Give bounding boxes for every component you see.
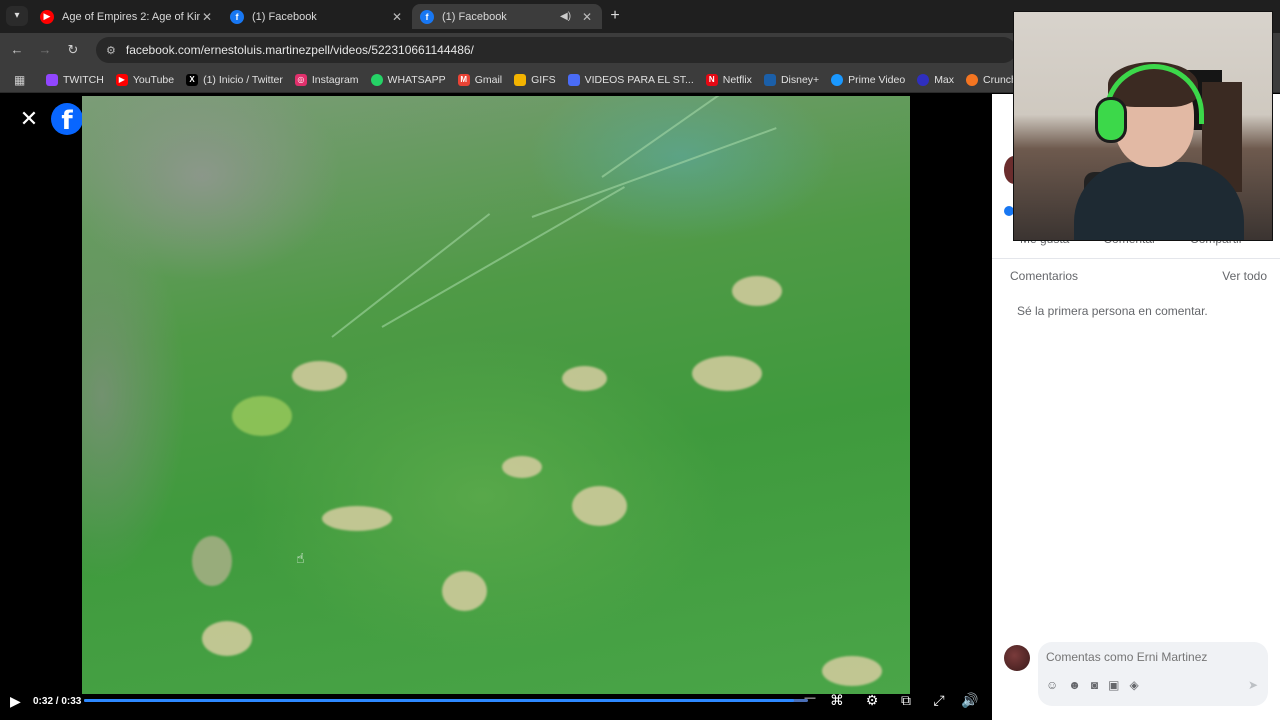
bookmark-youtube[interactable]: ▶ YouTube [115,73,174,86]
leaf [202,621,252,656]
bookmark-max[interactable]: Max [917,73,954,86]
video-frame[interactable] [82,96,910,694]
bookmark-videos[interactable]: VIDEOS PARA EL ST... [567,73,694,86]
youtube-icon: ▶ [40,9,54,24]
bookmark-disney[interactable]: Disney+ [763,73,819,86]
address-bar[interactable]: ⚙ facebook.com/ernestoluis.martinezpell/… [96,37,1016,63]
comment-composer: ☺ ☻ ◙ ▣ ◈ ➤ [1038,642,1268,706]
empty-comments-message: Sé la primera persona en comentar. [1017,304,1208,318]
leaf [442,571,487,611]
site-info-icon[interactable]: ⚙ [106,44,116,57]
see-all-link[interactable]: Ver todo [1222,269,1267,283]
video-controls: ▶ 0:32 / 0:33 — ⌘ ⚙ ⧉ ⤢ 🔊 [0,688,992,720]
folder-icon [567,73,580,86]
close-tab-icon[interactable]: ✕ [580,10,594,24]
twitch-icon [46,73,58,86]
new-tab-button[interactable]: + [606,6,624,26]
send-icon[interactable]: ➤ [1248,678,1258,692]
progress-handle-icon[interactable]: — [801,692,819,704]
gifs-icon [514,73,527,86]
apps-grid-icon[interactable]: ▦ [14,73,28,87]
youtube-icon: ▶ [115,73,128,86]
bookmark-whatsapp[interactable]: WHATSAPP [370,73,446,86]
close-tab-icon[interactable]: ✕ [200,10,214,24]
tab-search-button[interactable]: ▾ [6,6,28,26]
facebook-logo-icon[interactable]: f [51,103,83,136]
bookmark-gifs[interactable]: GIFS [514,73,556,86]
max-icon [917,73,930,86]
grass-blade [601,96,800,178]
gif-icon[interactable]: ▣ [1108,678,1119,692]
gmail-icon: M [457,73,470,86]
crunchyroll-icon [966,73,979,86]
speaker-icon[interactable]: ◀) [560,11,574,22]
tab-facebook-1[interactable]: f (1) Facebook ✕ [222,4,412,29]
captions-icon[interactable]: ⌘ [828,692,846,709]
picture-in-picture-icon[interactable]: ⧉ [897,692,915,709]
bookmark-instagram[interactable]: ◎ Instagram [294,73,359,86]
webcam-overlay [1013,11,1273,241]
user-avatar[interactable] [1004,645,1030,671]
leaf [562,366,607,391]
bookmark-gmail[interactable]: M Gmail [457,73,502,86]
leaf [692,356,762,391]
leaf [232,396,292,436]
progress-bar[interactable] [84,699,808,702]
whatsapp-icon [370,73,383,86]
streamer [1074,52,1244,240]
forward-icon[interactable]: → [36,41,54,59]
back-icon[interactable]: ← [8,41,26,59]
bookmark-netflix[interactable]: N Netflix [705,73,752,86]
url-text: facebook.com/ernestoluis.martinezpell/vi… [125,43,474,57]
comments-header: Comentarios [1010,269,1079,283]
divider [992,258,1280,259]
leaf [822,656,882,686]
camera-icon[interactable]: ◙ [1091,678,1098,692]
sticker-icon[interactable]: ◈ [1130,678,1139,692]
grass-blade [381,186,625,328]
comment-input[interactable] [1046,650,1256,664]
reload-icon[interactable]: ↻ [64,41,82,59]
bookmark-twitch[interactable]: TWITCH [46,73,104,86]
disney-icon [763,73,776,86]
prime-video-icon [831,73,844,86]
green-headset-icon [1098,100,1124,140]
settings-gear-icon[interactable]: ⚙ [863,692,881,709]
fullscreen-icon[interactable]: ⤢ [930,692,948,709]
instagram-icon: ◎ [294,73,307,86]
leaf [732,276,782,306]
leaf [572,486,627,526]
streamer-shirt [1074,162,1244,240]
close-icon[interactable]: ✕ [18,108,40,130]
volume-icon[interactable]: 🔊 [961,692,979,709]
play-icon[interactable]: ▶ [10,693,21,710]
leaf [322,506,392,531]
tab-title: (1) Facebook [442,10,507,23]
tab-age-of-empires[interactable]: ▶ Age of Empires 2: Age of Kings ✕ [32,4,222,29]
video-time: 0:32 / 0:33 [33,696,82,707]
tab-title: Age of Empires 2: Age of Kings [62,10,200,23]
leaf [192,536,232,586]
progress-fill [84,699,794,702]
grass-blade [331,213,491,338]
tab-title: (1) Facebook [252,10,317,23]
bookmark-twitter[interactable]: X (1) Inicio / Twitter [186,73,283,86]
close-tab-icon[interactable]: ✕ [390,10,404,24]
x-icon: X [186,73,199,86]
leaf [502,456,542,478]
emoji-icon[interactable]: ☻ [1068,678,1081,692]
bookmark-prime-video[interactable]: Prime Video [831,73,905,86]
video-viewer: ✕ f ☝ [0,94,992,720]
mouse-cursor-icon: ☝ [296,550,305,566]
composer-icons: ☺ ☻ ◙ ▣ ◈ [1046,678,1139,692]
tab-facebook-2[interactable]: f (1) Facebook ◀) ✕ [412,4,602,29]
netflix-icon: N [705,73,718,86]
leaf [292,361,347,391]
facebook-icon: f [420,9,434,24]
facebook-icon: f [230,9,244,24]
avatar-sticker-icon[interactable]: ☺ [1046,678,1058,692]
